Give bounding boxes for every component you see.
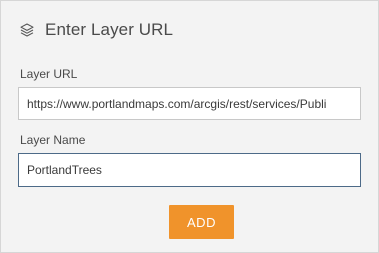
- add-button[interactable]: ADD: [169, 205, 234, 239]
- layers-icon: [20, 23, 34, 37]
- enter-layer-url-panel: Enter Layer URL Layer URL Layer Name ADD: [0, 0, 379, 253]
- layer-name-input[interactable]: [18, 153, 361, 187]
- layer-url-input[interactable]: [18, 87, 361, 120]
- layer-name-label: Layer Name: [20, 133, 86, 147]
- panel-title: Enter Layer URL: [45, 20, 174, 39]
- layer-url-label: Layer URL: [20, 67, 78, 81]
- panel-header: Enter Layer URL: [19, 20, 173, 40]
